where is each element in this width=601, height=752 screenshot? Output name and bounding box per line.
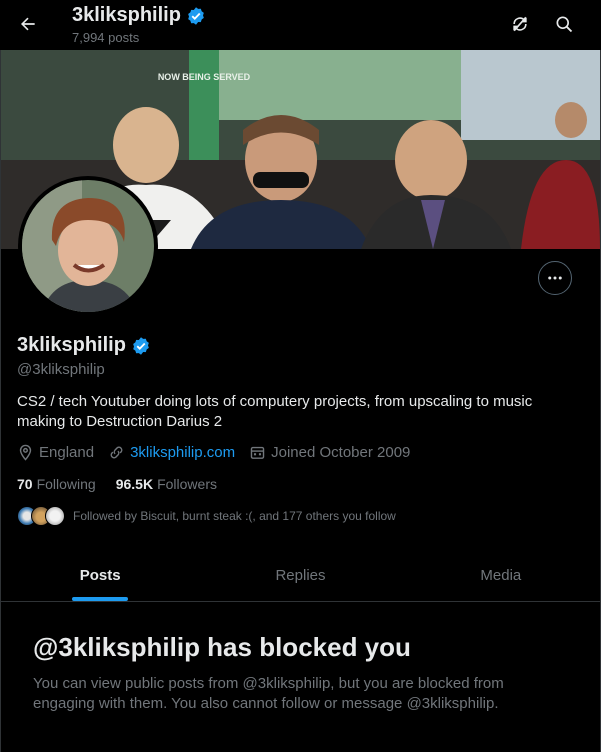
following-link[interactable]: 70 Following (17, 476, 96, 492)
profile-name-text: 3kliksphilip (17, 334, 126, 356)
active-tab-indicator (72, 597, 129, 601)
profile-tabs: Posts Replies Media (0, 549, 601, 602)
verified-badge-icon (133, 336, 149, 355)
followers-link[interactable]: 96.5K Followers (116, 476, 217, 492)
website: 3kliksphilip.com (108, 444, 235, 461)
more-options-button[interactable] (538, 261, 572, 295)
followers-count: 96.5K (115, 476, 154, 492)
website-link[interactable]: 3kliksphilip.com (130, 444, 235, 461)
follow-counts: 70 Following 96.5K Followers (17, 476, 217, 492)
location-icon (19, 444, 32, 461)
joined-date: Joined October 2009 (249, 444, 410, 461)
more-icon (548, 276, 562, 280)
header-name: 3kliksphilip (72, 4, 206, 27)
top-bar: 3kliksphilip 7,994 posts (0, 0, 601, 50)
tab-label: Replies (275, 566, 326, 584)
following-count: 70 (17, 476, 33, 492)
banner-sign-text: NOW BEING SERVED (158, 72, 251, 82)
post-count: 7,994 posts (72, 30, 140, 45)
refresh-button[interactable] (504, 8, 536, 40)
tab-label: Posts (79, 566, 121, 584)
profile-handle: @3kliksphilip (17, 361, 105, 378)
blocked-title: @3kliksphilip has blocked you (33, 632, 411, 662)
search-icon (556, 16, 573, 33)
header-name-text: 3kliksphilip (72, 4, 181, 26)
location: England (17, 444, 94, 461)
profile-name: 3kliksphilip (17, 334, 151, 357)
followers-label: Followers (157, 476, 217, 492)
avatar (45, 506, 65, 526)
profile-meta: England 3kliksphilip.com Joined October … (17, 444, 424, 461)
back-arrow-icon (21, 17, 35, 31)
follower-avatars (17, 506, 65, 526)
following-label: Following (36, 476, 96, 492)
refresh-icon (513, 16, 527, 32)
search-button[interactable] (548, 8, 580, 40)
location-text: England (39, 444, 95, 461)
link-icon (110, 446, 123, 459)
tab-label: Media (480, 566, 522, 584)
joined-text: Joined October 2009 (271, 444, 411, 461)
calendar-icon (250, 446, 265, 459)
blocked-message: You can view public posts from @3kliksph… (33, 675, 504, 712)
back-button[interactable] (12, 8, 44, 40)
tab-media[interactable]: Media (401, 549, 601, 601)
followed-by-text: Followed by Biscuit, burnt steak :(, and… (73, 509, 396, 523)
profile-bio: CS2 / tech Youtuber doing lots of comput… (17, 393, 533, 430)
followed-by[interactable]: Followed by Biscuit, burnt steak :(, and… (17, 506, 396, 526)
avatar-image (22, 180, 154, 312)
avatar[interactable] (18, 176, 158, 316)
tab-posts[interactable]: Posts (0, 549, 200, 601)
tab-replies[interactable]: Replies (200, 549, 400, 601)
verified-badge-icon (188, 6, 204, 25)
